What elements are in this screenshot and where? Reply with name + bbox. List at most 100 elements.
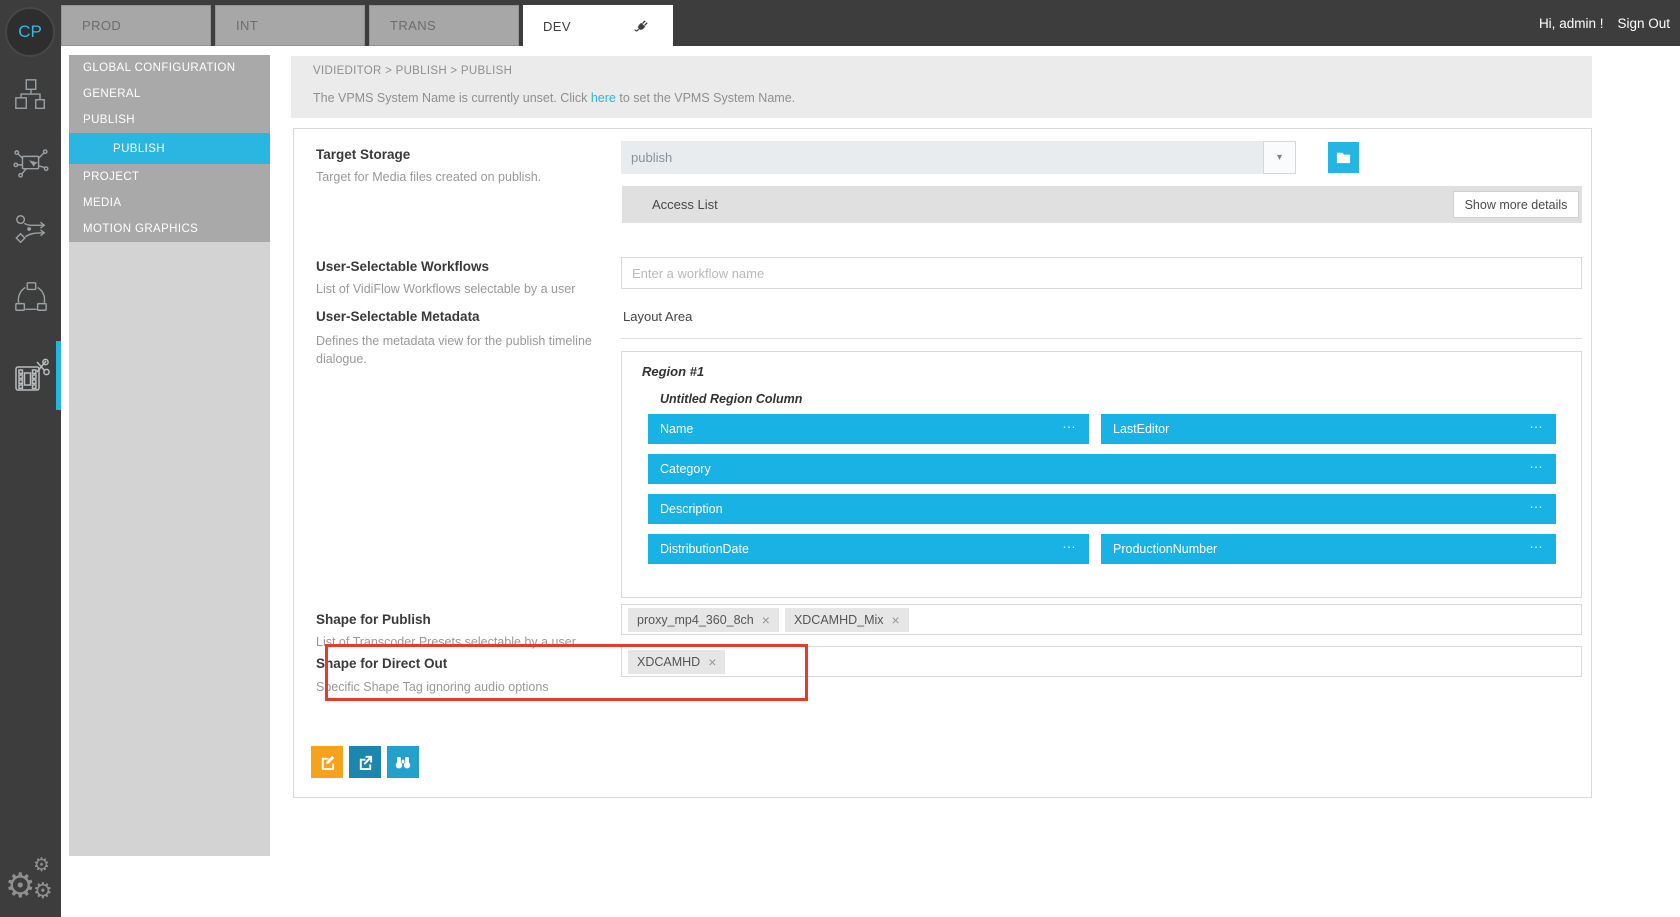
drag-handle-icon[interactable]: … xyxy=(1062,535,1077,551)
region-column-title: Untitled Region Column xyxy=(660,392,802,406)
shape-for-direct-out-description: Specific Shape Tag ignoring audio option… xyxy=(316,680,549,694)
field-label: Category xyxy=(660,454,711,484)
edit-pencil-icon xyxy=(319,754,336,771)
region-row: DistributionDate … ProductionNumber … xyxy=(648,534,1556,564)
nav-item-global-configuration[interactable]: GLOBAL CONFIGURATION xyxy=(69,55,270,81)
media-cubes-icon xyxy=(13,77,49,113)
remove-tag-icon[interactable]: × xyxy=(892,612,900,628)
open-external-button[interactable] xyxy=(349,746,381,778)
workflow-name-input[interactable] xyxy=(621,257,1582,289)
field-label: ProductionNumber xyxy=(1113,534,1217,564)
layout-field-lasteditor[interactable]: LastEditor… xyxy=(1101,414,1556,444)
layout-field-category[interactable]: Category … xyxy=(648,454,1556,484)
field-label: DistributionDate xyxy=(660,534,749,564)
tab-int[interactable]: INT xyxy=(215,5,365,46)
remove-tag-icon[interactable]: × xyxy=(762,612,770,628)
shape-for-publish-input[interactable]: proxy_mp4_360_8ch × XDCAMHD_Mix × xyxy=(621,604,1582,635)
notice-text: to set the VPMS System Name. xyxy=(616,91,795,105)
sidebar-item-system-interaction[interactable] xyxy=(0,128,61,198)
layout-field-name[interactable]: Name … xyxy=(648,414,1089,444)
tag-chip-xdcamhd_mix: XDCAMHD_Mix × xyxy=(785,608,909,632)
tab-dev[interactable]: DEV xyxy=(523,5,673,47)
tag-label: XDCAMHD_Mix xyxy=(794,613,884,627)
sign-out-link[interactable]: Sign Out xyxy=(1617,16,1670,31)
app-logo-text: CP xyxy=(18,22,42,42)
field-label: Name xyxy=(660,414,693,444)
region-title: Region #1 xyxy=(642,364,704,379)
drag-handle-icon[interactable]: … xyxy=(1062,415,1077,431)
region-field-rows: Name…LastEditor…Category…Description…Dis… xyxy=(648,414,1556,574)
plug-icon xyxy=(633,17,651,35)
sidebar-item-workflow[interactable] xyxy=(0,194,61,264)
region-row: Description … xyxy=(648,494,1556,524)
drag-handle-icon[interactable]: … xyxy=(1529,415,1544,431)
tab-label: TRANS xyxy=(390,18,436,33)
browse-storage-button[interactable] xyxy=(1328,142,1359,173)
chevron-down-icon[interactable]: ▾ xyxy=(1263,141,1296,174)
tag-chip-xdcamhd: XDCAMHD × xyxy=(628,650,725,674)
external-link-icon xyxy=(357,754,374,771)
gear-icon: ⚙ xyxy=(33,854,50,877)
layout-field-productionnumber[interactable]: ProductionNumber … xyxy=(1101,534,1556,564)
sidebar-item-video-editor-active[interactable] xyxy=(0,340,61,410)
nav-item-publish-active[interactable]: PUBLISH xyxy=(69,133,270,164)
nav-item-publish[interactable]: PUBLISH xyxy=(69,107,270,133)
workflows-label: User-Selectable Workflows xyxy=(316,259,489,274)
drag-handle-icon[interactable]: … xyxy=(1529,535,1544,551)
preview-button[interactable] xyxy=(387,746,419,778)
notice-text: The VPMS System Name is currently unset.… xyxy=(313,91,591,105)
metadata-label: User-Selectable Metadata xyxy=(316,309,480,324)
sidebar-item-media-cubes[interactable] xyxy=(0,60,61,130)
shape-for-publish-description: List of Transcoder Presets selectable by… xyxy=(316,635,576,649)
binoculars-icon xyxy=(394,753,412,771)
show-more-details-button[interactable]: Show more details xyxy=(1453,191,1579,218)
collaboration-cycle-icon xyxy=(13,279,49,315)
config-nav-menu: GLOBAL CONFIGURATIONGENERALPUBLISHPUBLIS… xyxy=(69,55,270,242)
access-list-label: Access List xyxy=(652,186,718,223)
remove-tag-icon[interactable]: × xyxy=(708,654,716,670)
tab-prod[interactable]: PROD xyxy=(61,5,211,46)
field-label: Description xyxy=(660,494,723,524)
folder-icon xyxy=(1335,149,1352,166)
nav-item-project[interactable]: PROJECT xyxy=(69,164,270,190)
breadcrumb-block: VIDIEDITOR > PUBLISH > PUBLISH The VPMS … xyxy=(291,56,1592,118)
breadcrumb: VIDIEDITOR > PUBLISH > PUBLISH xyxy=(313,65,512,77)
layout-area-label: Layout Area xyxy=(623,309,692,324)
sidebar-item-collaboration[interactable] xyxy=(0,262,61,332)
app-logo[interactable]: CP xyxy=(5,7,55,57)
target-storage-value: publish xyxy=(631,141,672,174)
target-storage-description: Target for Media files created on publis… xyxy=(316,170,541,184)
nav-item-general[interactable]: GENERAL xyxy=(69,81,270,107)
tab-label: DEV xyxy=(543,19,571,34)
publish-settings-card: Target Storage Target for Media files cr… xyxy=(293,128,1592,798)
layout-field-description[interactable]: Description … xyxy=(648,494,1556,524)
config-portal-screen: Hi, admin ! Sign Out CP PRODINT TRANS DEV xyxy=(0,0,1680,917)
drag-handle-icon[interactable]: … xyxy=(1529,495,1544,511)
target-storage-label: Target Storage xyxy=(316,147,410,162)
system-interaction-icon xyxy=(13,145,49,181)
video-editor-icon xyxy=(11,355,51,395)
region-row: Name…LastEditor… xyxy=(648,414,1556,444)
config-nav-panel: GLOBAL CONFIGURATIONGENERALPUBLISHPUBLIS… xyxy=(69,55,270,856)
tag-chip-proxy_mp4_360_8ch: proxy_mp4_360_8ch × xyxy=(628,608,779,632)
tag-label: XDCAMHD xyxy=(637,655,700,669)
layout-field-distributiondate[interactable]: DistributionDate … xyxy=(648,534,1089,564)
region-row: Category … xyxy=(648,454,1556,484)
drag-handle-icon[interactable]: … xyxy=(1529,455,1544,471)
edit-button[interactable] xyxy=(311,746,343,778)
workflows-description: List of VidiFlow Workflows selectable by… xyxy=(316,282,575,296)
tab-trans[interactable]: TRANS xyxy=(369,5,519,46)
layout-area-divider xyxy=(621,338,1582,339)
workflow-icon xyxy=(13,211,49,247)
notice-here-link[interactable]: here xyxy=(591,91,616,105)
tag-label: proxy_mp4_360_8ch xyxy=(637,613,754,627)
shape-for-publish-label: Shape for Publish xyxy=(316,612,431,627)
gear-icon: ⚙ xyxy=(5,866,35,906)
nav-item-media[interactable]: MEDIA xyxy=(69,190,270,216)
settings-button[interactable]: ⚙ ⚙ ⚙ xyxy=(3,856,55,912)
user-greeting: Hi, admin ! xyxy=(1539,16,1604,31)
target-storage-select[interactable]: publish ▾ xyxy=(621,141,1296,174)
environment-tabs: PRODINT TRANS DEV xyxy=(61,5,673,47)
shape-for-direct-out-input[interactable]: XDCAMHD × xyxy=(621,646,1582,677)
nav-item-motion-graphics[interactable]: MOTION GRAPHICS xyxy=(69,216,270,242)
